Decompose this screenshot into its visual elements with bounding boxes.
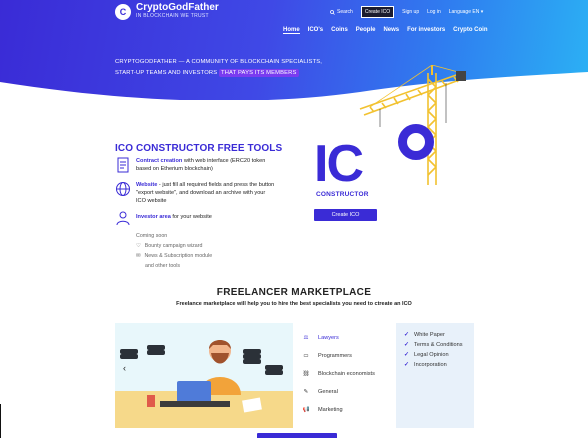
language-select[interactable]: Language EN ▾	[449, 9, 484, 15]
hero-line-1: CRYPTOGODFATHER — A COMMUNITY OF BLOCKCH…	[115, 59, 323, 65]
hero-tagline: CRYPTOGODFATHER — A COMMUNITY OF BLOCKCH…	[115, 57, 345, 79]
tool-website: Website - just fill all required fields …	[115, 181, 275, 205]
contract-icon	[117, 157, 129, 173]
nav-news[interactable]: News	[383, 27, 399, 34]
tool-contract: Contract creation with web interface (ER…	[115, 157, 275, 173]
megaphone-icon: 📢	[302, 407, 310, 413]
nav-crypto-coin[interactable]: Crypto Coin	[453, 27, 487, 34]
ico-o-ring	[398, 124, 434, 160]
category-lawyers[interactable]: ⚖ Lawyers	[300, 333, 338, 343]
nav-home[interactable]: Home	[283, 27, 300, 34]
code-icon: ▭	[303, 353, 309, 359]
check-incorporation: ✓ Incorporation	[404, 361, 447, 369]
create-ico-button[interactable]: Create ICO	[314, 209, 377, 221]
website-text: - just fill all required fields and pres…	[136, 182, 275, 204]
tool-investor-area: Investor area for your website	[115, 210, 275, 226]
constructor-label: CONSTRUCTOR	[316, 191, 369, 198]
check-icon: ✓	[404, 352, 410, 358]
globe-icon	[116, 182, 130, 196]
chevron-down-icon: ▾	[480, 9, 484, 15]
carousel-prev-button[interactable]: ‹	[123, 363, 126, 373]
pen-icon: ✎	[303, 389, 309, 395]
check-icon: ✓	[404, 362, 410, 368]
logo-mark-icon: C	[115, 3, 131, 20]
contract-creation-link[interactable]: Contract creation	[136, 158, 182, 164]
hero-highlight: THAT PAYS ITS MEMBERS	[219, 69, 299, 77]
check-terms: ✓ Terms & Conditions	[404, 341, 463, 349]
chain-icon: ⛓	[302, 371, 310, 377]
main-nav: Home ICO's Coins People News For investo…	[283, 27, 488, 34]
brand-name: CryptoGodFather	[136, 2, 219, 13]
check-icon: ✓	[404, 332, 410, 338]
search-icon	[330, 9, 335, 15]
heart-icon: ♡	[136, 243, 141, 249]
search-link[interactable]: Search	[330, 9, 353, 15]
scales-icon: ⚖	[303, 335, 309, 341]
brand-tagline: IN BLOCKCHAIN WE TRUST	[136, 13, 209, 19]
freelancer-illustration: ‹ ›	[115, 323, 293, 428]
investor-area-text: for your website	[170, 214, 212, 220]
coming-soon-label: Coming soon	[136, 233, 168, 239]
logo[interactable]: C CryptoGodFather IN BLOCKCHAIN WE TRUST	[115, 3, 219, 20]
soon-bounty: Bounty campaign wizard	[144, 243, 203, 249]
hero-line-2: START-UP TEAMS AND INVESTORS	[115, 70, 218, 76]
mail-icon: ✉	[136, 253, 141, 259]
create-ico-top-button[interactable]: Create ICO	[360, 6, 395, 18]
category-general[interactable]: ✎ General	[300, 387, 338, 397]
freelancer-title: FREELANCER MARKETPLACE	[216, 287, 372, 298]
nav-icos[interactable]: ICO's	[308, 27, 323, 34]
check-white-paper: ✓ White Paper	[404, 331, 445, 339]
soon-other: and other tools	[145, 263, 181, 269]
website-link[interactable]: Website	[136, 182, 157, 188]
tools-title: ICO CONSTRUCTOR FREE TOOLS	[115, 143, 283, 154]
freelancer-categories: ⚖ Lawyers ▭ Programmers ⛓ Blockchain econom…	[293, 323, 396, 428]
category-marketing[interactable]: 📢 Marketing	[300, 405, 343, 415]
check-legal-opinion: ✓ Legal Opinion	[404, 351, 449, 359]
check-icon: ✓	[404, 342, 410, 348]
investor-icon	[116, 211, 130, 226]
signup-link[interactable]: Sign up	[402, 9, 419, 15]
carousel-next-button[interactable]: ›	[280, 363, 283, 373]
login-link[interactable]: Log in	[427, 9, 441, 15]
service-checklist: ✓ White Paper ✓ Terms & Conditions ✓ Legal …	[396, 323, 474, 428]
soon-news: News & Subscription module	[144, 253, 213, 259]
window-edge	[0, 404, 1, 438]
category-programmers[interactable]: ▭ Programmers	[300, 351, 352, 361]
nav-coins[interactable]: Coins	[331, 27, 348, 34]
investor-area-link[interactable]: Investor area	[136, 214, 171, 220]
bottom-cta-button[interactable]	[257, 433, 337, 438]
nav-for-investors[interactable]: For investors	[407, 27, 445, 34]
freelancer-subtitle: Freelance marketplace will help you to h…	[176, 301, 412, 307]
ico-heading: IC	[314, 135, 364, 193]
category-blockchain-economists[interactable]: ⛓ Blockchain economists	[300, 369, 374, 379]
top-bar: Search Create ICO Sign up Log in Languag…	[330, 6, 483, 18]
coming-soon-list: Coming soon ♡ Bounty campaign wizard ✉ New…	[136, 231, 212, 271]
developer-illustration	[115, 340, 293, 428]
search-label: Search	[337, 9, 353, 15]
ico-constructor-logo: IC CONSTRUCTOR	[314, 124, 444, 208]
page: C CryptoGodFather IN BLOCKCHAIN WE TRUST…	[0, 0, 588, 438]
nav-people[interactable]: People	[356, 27, 376, 34]
